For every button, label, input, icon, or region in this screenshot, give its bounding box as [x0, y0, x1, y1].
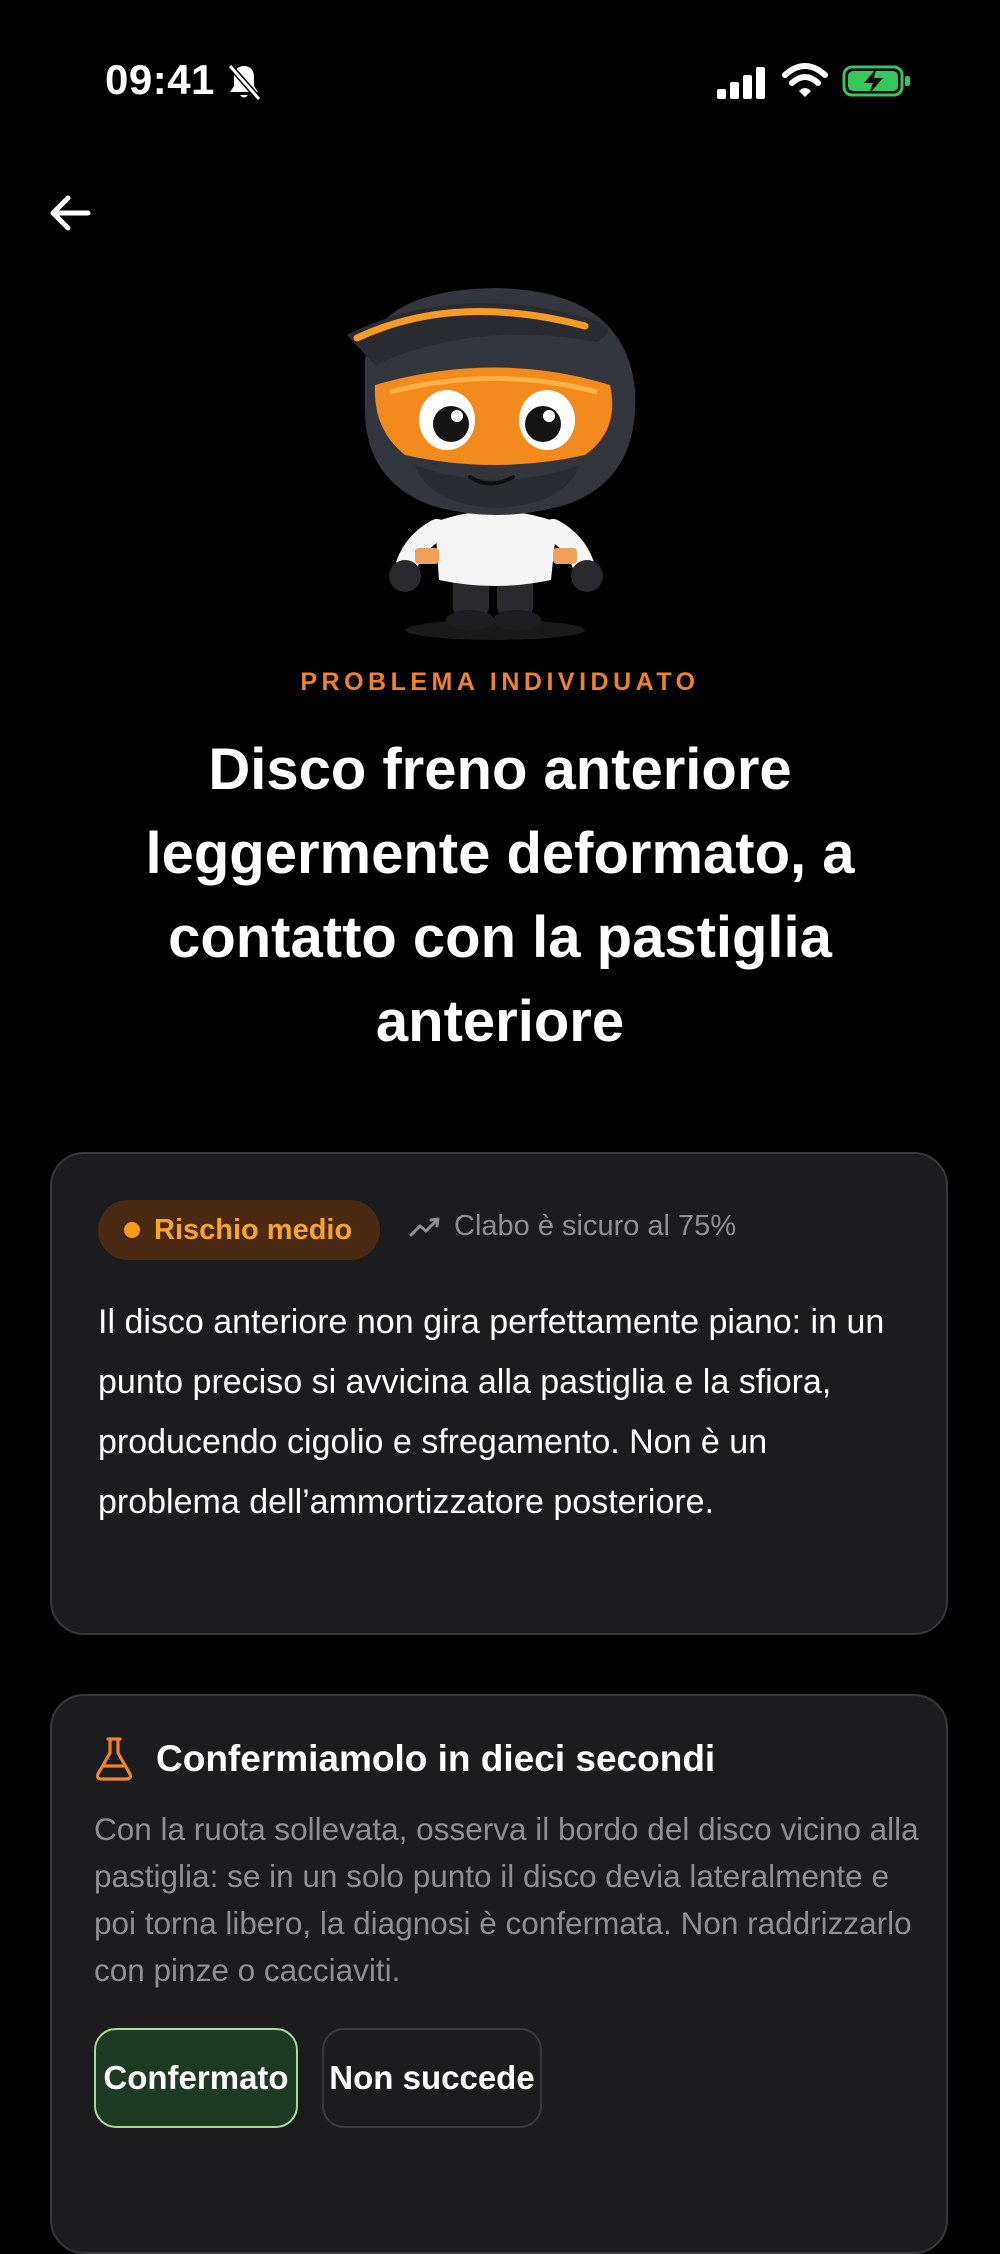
arrow-left-icon — [50, 195, 91, 231]
bell-slash-icon — [227, 64, 262, 101]
status-time: 09:41 — [105, 56, 215, 103]
status-bar: 09:41 — [0, 0, 1000, 165]
diagnosis-description: Il disco anteriore non gira perfettament… — [98, 1303, 885, 1521]
risk-dot-icon — [124, 1222, 140, 1238]
flask-icon — [95, 1737, 133, 1781]
back-button[interactable] — [40, 185, 100, 241]
not-happening-button[interactable]: Non succede — [322, 2028, 542, 2128]
helmet-rider-mascot — [347, 288, 636, 640]
risk-label: Rischio medio — [154, 1213, 353, 1246]
risk-badge: Rischio medio — [98, 1200, 381, 1260]
wifi-icon — [782, 63, 828, 97]
confirm-title: Confermiamolo in dieci secondi — [156, 1738, 716, 1779]
cellular-signal-icon — [717, 67, 765, 99]
confidence-indicator: Clabo è sicuro al 75% — [408, 1210, 736, 1243]
confirm-description: Con la ruota sollevata, osserva il bordo… — [94, 1811, 919, 1988]
confidence-text: Clabo è sicuro al 75% — [454, 1210, 737, 1242]
diagnosis-card: Rischio medio Clabo è sicuro al 75% Il d… — [50, 1152, 948, 1635]
confirm-card: Confermiamolo in dieci secondi Con la ru… — [50, 1694, 948, 2254]
trend-icon — [409, 1217, 440, 1236]
confirm-header: Confermiamolo in dieci secondi — [94, 1736, 715, 1782]
battery-charging-icon — [842, 65, 910, 97]
eyebrow-label: PROBLEMA INDIVIDUATO — [300, 668, 700, 696]
confirmed-button[interactable]: Confermato — [94, 2028, 298, 2128]
diagnosis-title: Disco freno anteriore leggermente deform… — [145, 737, 855, 1054]
